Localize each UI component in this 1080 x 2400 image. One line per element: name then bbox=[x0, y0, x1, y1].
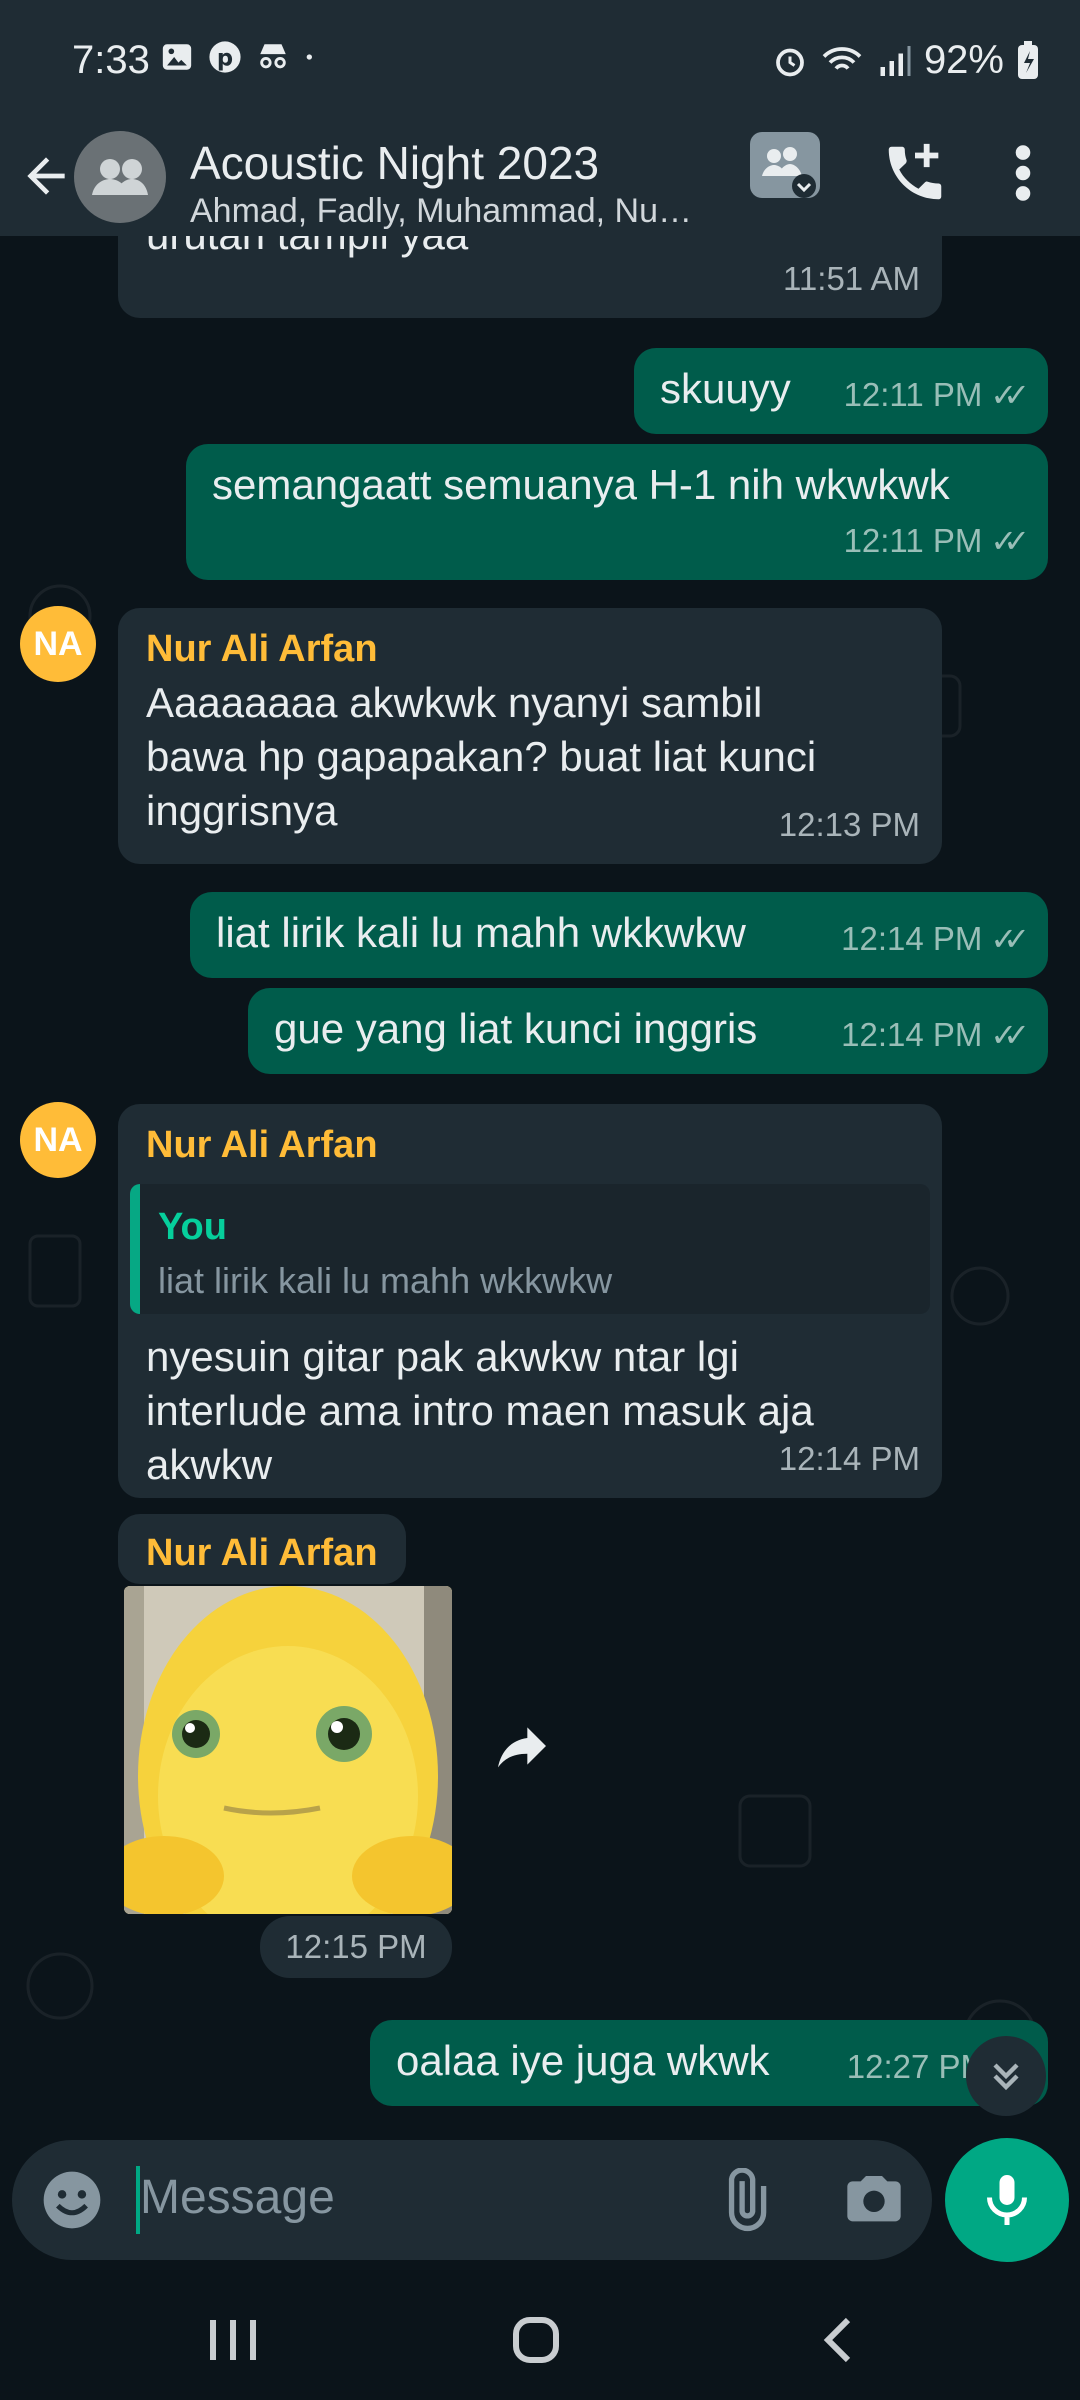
message-time: 12:11 PM bbox=[843, 522, 983, 559]
group-icon bbox=[92, 159, 148, 195]
emoji-icon[interactable] bbox=[38, 2166, 106, 2234]
system-navigation-bar bbox=[0, 2272, 1080, 2400]
message-text: nyesuin gitar pak akwkw ntar lgi interlu… bbox=[146, 1330, 814, 1492]
message-bubble-outgoing[interactable]: gue yang liat kunci inggris 12:14 PM ✓✓ bbox=[248, 988, 1048, 1074]
read-receipt-icon: ✓✓ bbox=[990, 921, 1029, 957]
quoted-sender: You bbox=[158, 1206, 227, 1248]
message-text: urutan tampil yaa bbox=[146, 236, 468, 262]
add-call-icon[interactable] bbox=[880, 138, 950, 208]
camera-icon[interactable] bbox=[842, 2168, 906, 2232]
signal-icon bbox=[880, 45, 911, 76]
message-meta: 12:11 PM ✓✓ bbox=[843, 514, 1030, 568]
message-time: 12:11 PM bbox=[843, 376, 983, 413]
battery-percent: 92% bbox=[923, 38, 1004, 82]
message-bubble-incoming[interactable]: Nur Ali Arfan Aaaaaaaa akwkwk nyanyi sam… bbox=[118, 608, 942, 864]
message-bubble-outgoing[interactable]: liat lirik kali lu mahh wkkwkw 12:14 PM … bbox=[190, 892, 1048, 978]
read-receipt-icon: ✓✓ bbox=[990, 1017, 1029, 1053]
chat-header: Acoustic Night 2023 Ahmad, Fadly, Muhamm… bbox=[0, 118, 1080, 236]
notification-icons: p bbox=[160, 40, 320, 74]
sender-name[interactable]: Nur Ali Arfan bbox=[146, 1526, 378, 1580]
recent-apps-icon[interactable] bbox=[194, 2300, 274, 2380]
status-time: 7:33 bbox=[72, 38, 150, 82]
message-bubble-outgoing[interactable]: oalaa iye juga wkwk 12:27 PM bbox=[370, 2020, 1048, 2106]
double-chevron-down-icon bbox=[993, 2063, 1019, 2091]
message-list[interactable]: urutan tampil yaa 11:51 AM skuuyy 12:11 … bbox=[0, 236, 1080, 2136]
message-text: Aaaaaaaa akwkwk nyanyi sambil bawa hp ga… bbox=[146, 676, 816, 838]
message-bubble-incoming[interactable]: urutan tampil yaa 11:51 AM bbox=[118, 236, 942, 318]
message-time: 12:13 PM bbox=[778, 806, 920, 843]
message-text: semangaatt semuanya H-1 nih wkwkwk bbox=[212, 461, 950, 508]
quoted-text: liat lirik kali lu mahh wkkwkw bbox=[158, 1260, 613, 1301]
yellow-character-sticker bbox=[124, 1586, 452, 1914]
community-button[interactable] bbox=[750, 132, 820, 198]
microphone-icon bbox=[987, 2175, 1027, 2225]
back-arrow-icon[interactable] bbox=[18, 148, 74, 204]
sender-name[interactable]: Nur Ali Arfan bbox=[146, 622, 378, 676]
message-text: gue yang liat kunci inggris bbox=[274, 1005, 758, 1052]
message-text: liat lirik kali lu mahh wkkwkw bbox=[216, 909, 746, 956]
chat-members[interactable]: Ahmad, Fadly, Muhammad, Nu… bbox=[190, 192, 730, 231]
quoted-message[interactable]: You liat lirik kali lu mahh wkkwkw bbox=[130, 1184, 930, 1314]
message-meta: 12:14 PM ✓✓ bbox=[841, 912, 1030, 966]
wifi-icon bbox=[822, 46, 862, 70]
message-time: 12:14 PM bbox=[778, 1440, 920, 1477]
group-avatar[interactable] bbox=[74, 131, 166, 223]
message-bubble-outgoing[interactable]: skuuyy 12:11 PM ✓✓ bbox=[634, 348, 1048, 434]
message-line: bawa hp gapapakan? buat liat kunci bbox=[146, 733, 817, 780]
system-icons: 92% bbox=[772, 38, 1040, 83]
message-meta: 12:11 PM ✓✓ bbox=[843, 368, 1030, 422]
message-composer: Message bbox=[12, 2140, 932, 2260]
sender-avatar[interactable]: NA bbox=[20, 606, 96, 682]
gallery-icon bbox=[162, 44, 192, 70]
sender-name[interactable]: Nur Ali Arfan bbox=[146, 1118, 378, 1172]
read-receipt-icon: ✓✓ bbox=[990, 377, 1029, 413]
battery-icon bbox=[1018, 40, 1038, 79]
forward-icon[interactable] bbox=[490, 1714, 554, 1778]
voice-record-button[interactable] bbox=[945, 2138, 1069, 2262]
community-icon bbox=[762, 147, 816, 198]
message-bubble-incoming[interactable]: Nur Ali Arfan You liat lirik kali lu mah… bbox=[118, 1104, 942, 1498]
dot-icon bbox=[306, 54, 312, 60]
message-meta: 12:14 PM ✓✓ bbox=[841, 1008, 1030, 1062]
pinterest-icon: p bbox=[209, 41, 241, 73]
sticker-image[interactable] bbox=[124, 1586, 452, 1914]
message-time: 12:14 PM bbox=[841, 920, 983, 957]
incognito-icon bbox=[260, 44, 286, 69]
svg-text:p: p bbox=[217, 46, 233, 72]
alarm-icon bbox=[776, 48, 804, 76]
attachment-icon[interactable] bbox=[712, 2168, 776, 2232]
message-text: skuuyy bbox=[660, 365, 791, 412]
message-line: inggrisnya bbox=[146, 787, 338, 834]
sender-avatar[interactable]: NA bbox=[20, 1102, 96, 1178]
message-line: akwkw bbox=[146, 1441, 273, 1488]
status-bar: 7:33 p 92% bbox=[0, 0, 1080, 118]
message-bubble-outgoing[interactable]: semangaatt semuanya H-1 nih wkwkwk 12:11… bbox=[186, 444, 1048, 580]
message-line: Aaaaaaaa akwkwk nyanyi sambil bbox=[146, 679, 763, 726]
more-options-icon[interactable] bbox=[1000, 138, 1046, 208]
home-icon[interactable] bbox=[496, 2300, 576, 2380]
sender-name-pill: Nur Ali Arfan bbox=[118, 1514, 406, 1584]
sticker-time: 12:15 PM bbox=[260, 1916, 452, 1978]
message-line: nyesuin gitar pak akwkw ntar lgi bbox=[146, 1333, 739, 1380]
chat-title[interactable]: Acoustic Night 2023 bbox=[190, 136, 599, 190]
scroll-to-bottom-button[interactable] bbox=[966, 2036, 1046, 2116]
message-time: 11:51 AM bbox=[783, 260, 920, 297]
message-text: oalaa iye juga wkwk bbox=[396, 2037, 770, 2084]
back-icon[interactable] bbox=[800, 2300, 880, 2380]
message-line: interlude ama intro maen masuk aja bbox=[146, 1387, 814, 1434]
message-time: 12:14 PM bbox=[841, 1016, 983, 1053]
message-input[interactable]: Message bbox=[140, 2170, 335, 2225]
read-receipt-icon: ✓✓ bbox=[990, 523, 1029, 559]
